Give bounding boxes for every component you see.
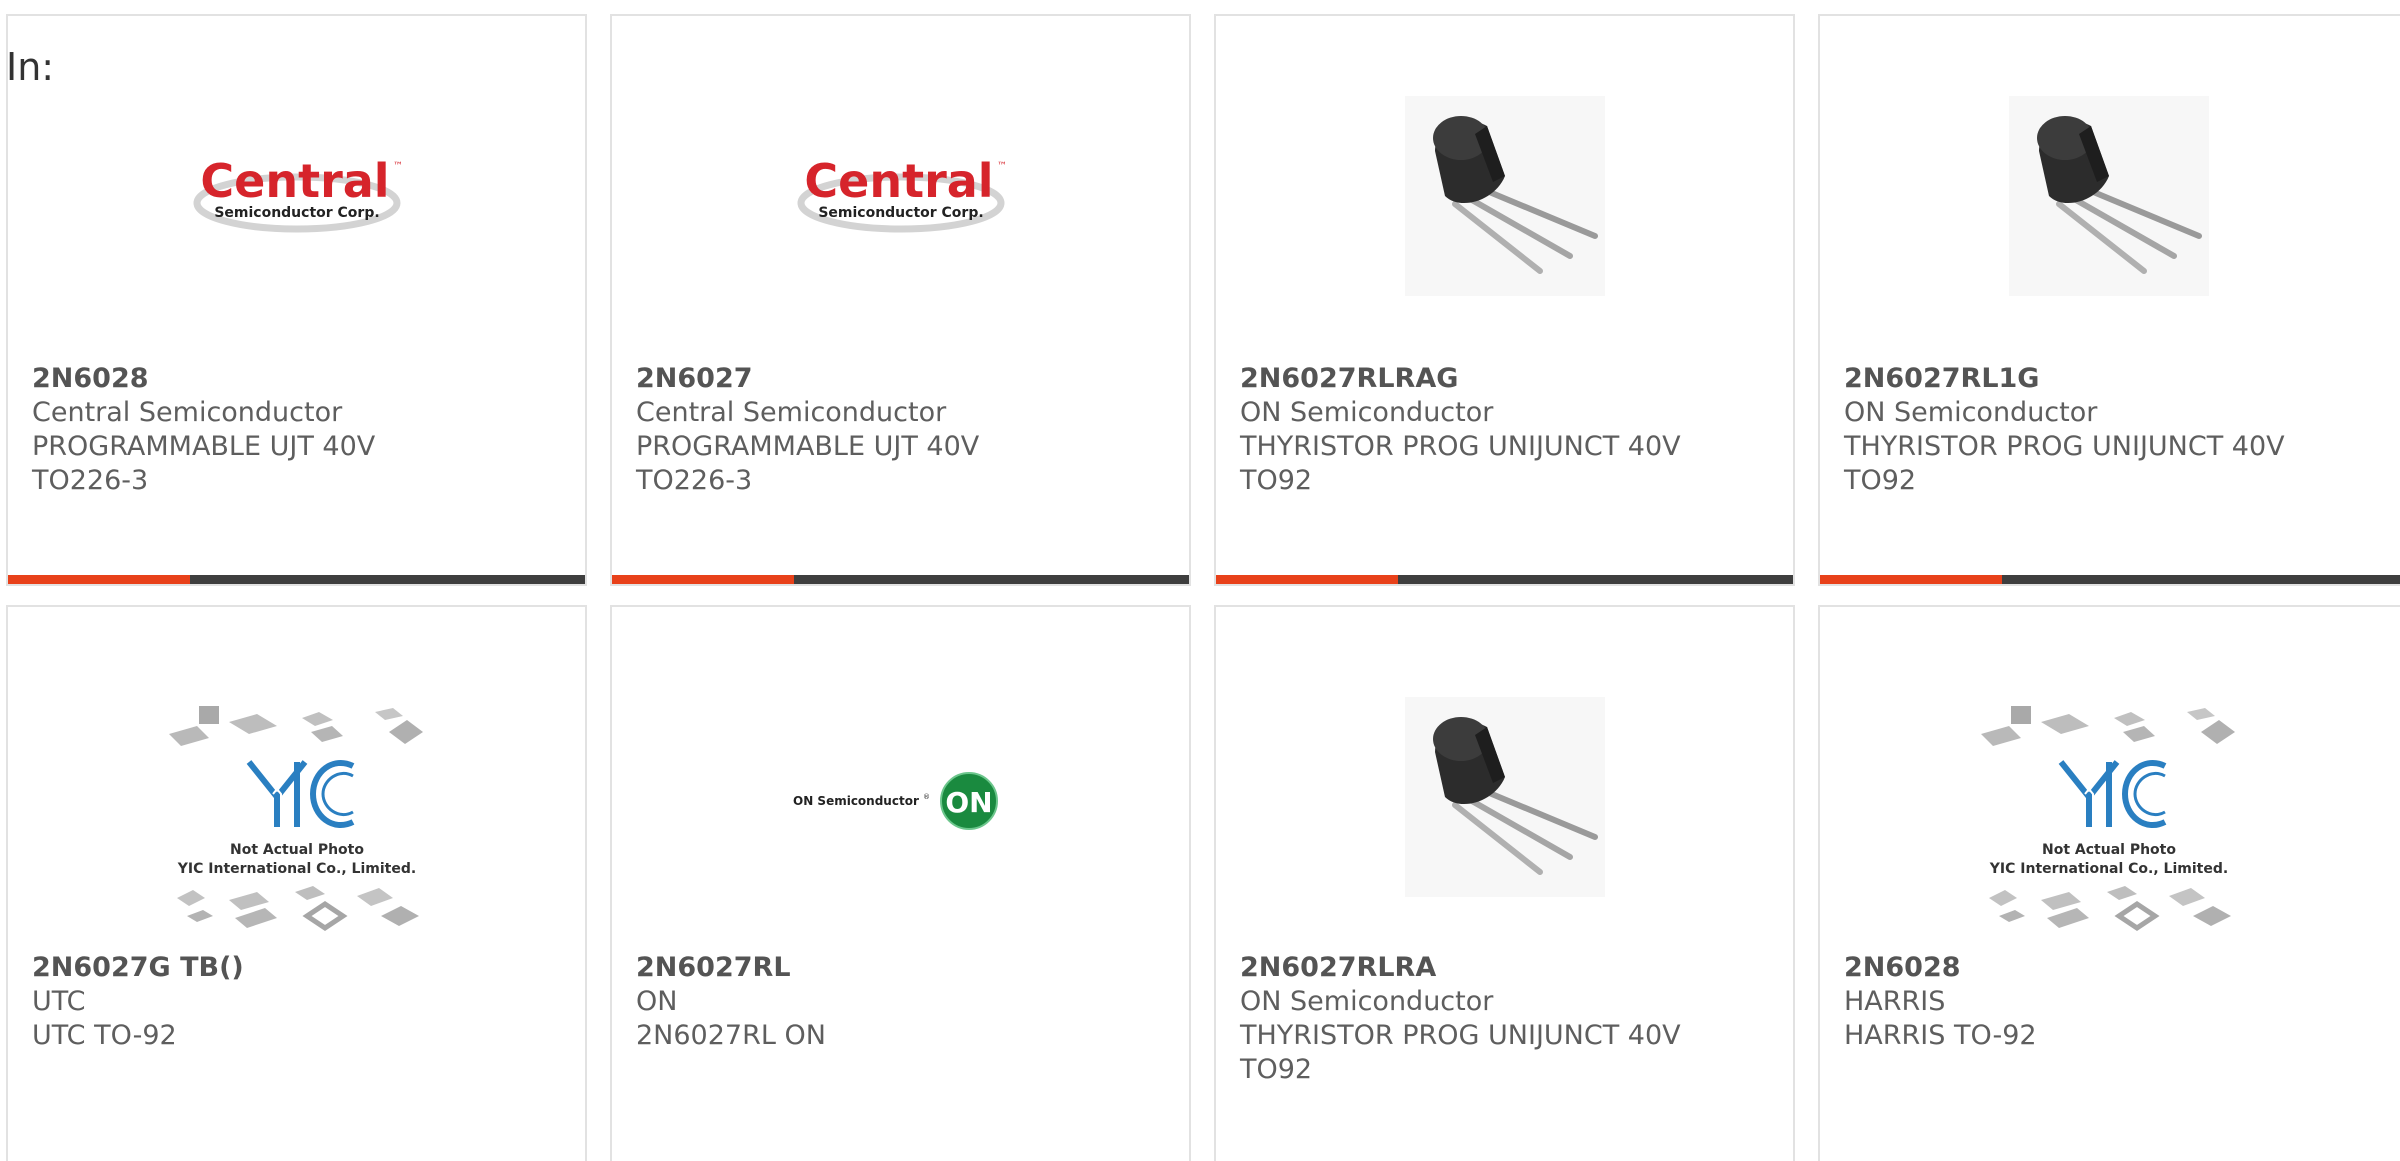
description: PROGRAMMABLE UJT 40V xyxy=(32,431,376,462)
product-grid-page: Central ™ Semiconductor Corp. 2N6028 Cen… xyxy=(0,0,2400,1161)
package: TO92 xyxy=(1844,465,1917,496)
product-card[interactable]: 2N6027RLRA ON Semiconductor THYRISTOR PR… xyxy=(1214,605,1795,1161)
product-info: 2N6027 Central Semiconductor PROGRAMMABL… xyxy=(636,362,1177,498)
card-accent-bar xyxy=(612,575,1189,584)
central-logo-swoosh-icon: Central ™ Semiconductor Corp. xyxy=(193,154,403,233)
svg-text:YIC International Co., Limited: YIC International Co., Limited. xyxy=(1989,861,2228,877)
part-number[interactable]: 2N6027RL xyxy=(636,951,1177,985)
manufacturer: UTC xyxy=(32,986,86,1017)
filter-label: In: xyxy=(6,45,55,89)
on-semiconductor-logo-icon: ON Semiconductor ® ON xyxy=(793,772,998,830)
svg-text:Semiconductor Corp.: Semiconductor Corp. xyxy=(214,205,379,221)
product-card[interactable]: 2N6027RLRAG ON Semiconductor THYRISTOR P… xyxy=(1214,14,1795,586)
description: PROGRAMMABLE UJT 40V xyxy=(636,431,980,462)
description: HARRIS TO-92 xyxy=(1844,1020,2037,1051)
package: TO226-3 xyxy=(32,465,149,496)
manufacturer: ON Semiconductor xyxy=(1240,986,1494,1017)
accent-segment xyxy=(8,575,190,584)
description: UTC TO-92 xyxy=(32,1020,177,1051)
manufacturer: Central Semiconductor xyxy=(636,397,947,428)
description: 2N6027RL ON xyxy=(636,1020,826,1051)
manufacturer: ON xyxy=(636,986,678,1017)
description: THYRISTOR PROG UNIJUNCT 40V xyxy=(1844,431,2285,462)
product-info: 2N6027RLRA ON Semiconductor THYRISTOR PR… xyxy=(1240,951,1781,1087)
dark-segment xyxy=(794,575,1189,584)
product-image[interactable]: Not Actual Photo YIC International Co., … xyxy=(1820,697,2398,947)
manufacturer: Central Semiconductor xyxy=(32,397,343,428)
product-info: 2N6028 HARRIS HARRIS TO-92 xyxy=(1844,951,2394,1053)
product-info: 2N6028 Central Semiconductor PROGRAMMABL… xyxy=(32,362,573,498)
to92-transistor-icon xyxy=(1404,697,1605,897)
package: TO92 xyxy=(1240,465,1313,496)
svg-text:®: ® xyxy=(923,793,930,801)
description: THYRISTOR PROG UNIJUNCT 40V xyxy=(1240,431,1681,462)
product-info: 2N6027RL1G ON Semiconductor THYRISTOR PR… xyxy=(1844,362,2394,498)
part-number[interactable]: 2N6027RLRA xyxy=(1240,951,1781,985)
svg-text:ON Semiconductor: ON Semiconductor xyxy=(793,794,919,808)
product-image[interactable]: Central ™ Semiconductor Corp. xyxy=(612,76,1189,316)
svg-text:™: ™ xyxy=(997,161,1007,172)
dark-segment xyxy=(190,575,585,584)
product-card[interactable]: 2N6027RL1G ON Semiconductor THYRISTOR PR… xyxy=(1818,14,2400,586)
part-number[interactable]: 2N6027G TB() xyxy=(32,951,573,985)
part-number[interactable]: 2N6027RLRAG xyxy=(1240,362,1781,396)
accent-segment xyxy=(1820,575,2002,584)
package: TO226-3 xyxy=(636,465,753,496)
accent-segment xyxy=(1216,575,1398,584)
card-accent-bar xyxy=(8,575,585,584)
svg-text:Central: Central xyxy=(200,154,389,208)
svg-text:Not Actual Photo: Not Actual Photo xyxy=(230,842,364,858)
product-image[interactable]: Central ™ Semiconductor Corp. xyxy=(8,76,585,316)
svg-text:Semiconductor Corp.: Semiconductor Corp. xyxy=(818,205,983,221)
part-number[interactable]: 2N6027 xyxy=(636,362,1177,396)
to92-transistor-icon xyxy=(2009,96,2209,296)
product-image[interactable]: Not Actual Photo YIC International Co., … xyxy=(8,697,585,947)
yic-not-actual-photo-icon: Not Actual Photo YIC International Co., … xyxy=(1981,706,2235,932)
package: TO92 xyxy=(1240,1054,1313,1085)
part-number[interactable]: 2N6028 xyxy=(32,362,573,396)
product-card[interactable]: Central ™ Semiconductor Corp. 2N6027 Cen… xyxy=(610,14,1191,586)
description: THYRISTOR PROG UNIJUNCT 40V xyxy=(1240,1020,1681,1051)
part-number[interactable]: 2N6027RL1G xyxy=(1844,362,2394,396)
central-semiconductor-logo: Central ™ Semiconductor Corp. xyxy=(187,151,407,241)
part-number[interactable]: 2N6028 xyxy=(1844,951,2394,985)
dark-segment xyxy=(2002,575,2400,584)
manufacturer: HARRIS xyxy=(1844,986,1946,1017)
product-image[interactable] xyxy=(1216,667,1793,927)
svg-text:ON: ON xyxy=(945,786,992,819)
svg-text:YIC International Co., Limited: YIC International Co., Limited. xyxy=(176,861,415,877)
to92-transistor-icon xyxy=(1404,96,1605,296)
product-image[interactable] xyxy=(1820,76,2398,316)
product-image[interactable] xyxy=(1216,76,1793,316)
product-card[interactable]: ON Semiconductor ® ON 2N6027RL ON 2N6027… xyxy=(610,605,1191,1161)
yic-not-actual-photo-icon: Not Actual Photo YIC International Co., … xyxy=(168,706,423,932)
svg-text:Central: Central xyxy=(804,154,993,208)
manufacturer: ON Semiconductor xyxy=(1240,397,1494,428)
product-card[interactable]: Central ™ Semiconductor Corp. 2N6028 Cen… xyxy=(6,14,587,586)
svg-text:™: ™ xyxy=(393,161,403,172)
product-image[interactable]: ON Semiconductor ® ON xyxy=(612,697,1189,897)
central-semiconductor-logo: Central ™ Semiconductor Corp. xyxy=(791,151,1011,241)
manufacturer: ON Semiconductor xyxy=(1844,397,2098,428)
product-info: 2N6027G TB() UTC UTC TO-92 xyxy=(32,951,573,1053)
product-card[interactable]: Not Actual Photo YIC International Co., … xyxy=(1818,605,2400,1161)
card-accent-bar xyxy=(1216,575,1793,584)
product-info: 2N6027RLRAG ON Semiconductor THYRISTOR P… xyxy=(1240,362,1781,498)
accent-segment xyxy=(612,575,794,584)
product-card[interactable]: Not Actual Photo YIC International Co., … xyxy=(6,605,587,1161)
card-accent-bar xyxy=(1820,575,2400,584)
dark-segment xyxy=(1398,575,1793,584)
central-logo-swoosh-icon: Central ™ Semiconductor Corp. xyxy=(797,154,1007,233)
product-info: 2N6027RL ON 2N6027RL ON xyxy=(636,951,1177,1053)
svg-text:Not Actual Photo: Not Actual Photo xyxy=(2042,842,2176,858)
